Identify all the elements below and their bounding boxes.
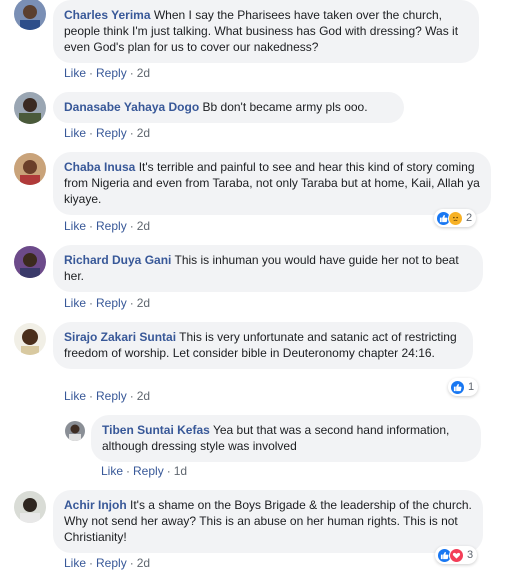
avatar[interactable] — [14, 153, 46, 185]
avatar[interactable] — [14, 491, 46, 523]
reply-button[interactable]: Reply — [96, 219, 127, 233]
like-button[interactable]: Like — [64, 296, 86, 310]
reaction-count: 2 — [466, 212, 473, 224]
comment-bubble: Richard Duya Gani This is inhuman you wo… — [53, 245, 483, 292]
comment-author[interactable]: Tiben Suntai Kefas — [102, 423, 210, 437]
comment-actions: Like · Reply · 2d — [64, 126, 151, 140]
like-button[interactable]: Like — [64, 219, 86, 233]
like-icon — [450, 379, 465, 395]
avatar[interactable] — [14, 323, 46, 355]
timestamp[interactable]: 2d — [137, 126, 150, 140]
reaction-summary[interactable]: 3 — [435, 546, 478, 564]
reaction-summary[interactable]: 1 — [448, 378, 479, 396]
reply-button[interactable]: Reply — [96, 66, 127, 80]
like-button[interactable]: Like — [64, 389, 86, 403]
sad-icon — [448, 210, 463, 226]
timestamp[interactable]: 2d — [137, 389, 150, 403]
like-button[interactable]: Like — [101, 464, 123, 478]
comment-actions: Like · Reply · 2d — [64, 219, 151, 233]
comment-actions: Like · Reply · 2d — [64, 556, 151, 570]
like-button[interactable]: Like — [64, 66, 86, 80]
comment-actions: Like · Reply · 2d — [64, 66, 151, 80]
comment-text: Bb don't became army pls ooo. — [202, 100, 368, 114]
comment-bubble: Charles Yerima When I say the Pharisees … — [53, 0, 479, 63]
reply-button[interactable]: Reply — [133, 464, 164, 478]
timestamp[interactable]: 2d — [137, 556, 150, 570]
timestamp[interactable]: 1d — [174, 464, 187, 478]
comment-actions: Like · Reply · 2d — [64, 296, 151, 310]
reply-button[interactable]: Reply — [96, 389, 127, 403]
comment-bubble: Chaba Inusa It's terrible and painful to… — [53, 152, 491, 215]
avatar[interactable] — [14, 0, 46, 30]
like-button[interactable]: Like — [64, 126, 86, 140]
comment-author[interactable]: Achir Injoh — [64, 498, 127, 512]
reaction-summary[interactable]: 2 — [434, 209, 477, 227]
comment-author[interactable]: Richard Duya Gani — [64, 253, 171, 267]
timestamp[interactable]: 2d — [137, 296, 150, 310]
like-button[interactable]: Like — [64, 556, 86, 570]
timestamp[interactable]: 2d — [137, 66, 150, 80]
comment-actions: Like · Reply · 2d — [64, 389, 151, 403]
comment-author[interactable]: Charles Yerima — [64, 8, 151, 22]
reaction-count: 3 — [467, 549, 474, 561]
reply-button[interactable]: Reply — [96, 556, 127, 570]
reply-button[interactable]: Reply — [96, 296, 127, 310]
comment-bubble: Tiben Suntai Kefas Yea but that was a se… — [91, 415, 481, 462]
comment-author[interactable]: Chaba Inusa — [64, 160, 135, 174]
comment-bubble: Danasabe Yahaya Dogo Bb don't became arm… — [53, 92, 404, 123]
comment-author[interactable]: Sirajo Zakari Suntai — [64, 330, 176, 344]
avatar[interactable] — [14, 92, 46, 124]
love-icon — [449, 547, 464, 563]
comment-author[interactable]: Danasabe Yahaya Dogo — [64, 100, 199, 114]
timestamp[interactable]: 2d — [137, 219, 150, 233]
comment-bubble: Achir Injoh It's a shame on the Boys Bri… — [53, 490, 483, 553]
reaction-count: 1 — [468, 381, 475, 393]
comment-actions: Like · Reply · 1d — [101, 464, 188, 478]
avatar[interactable] — [14, 246, 46, 278]
reply-button[interactable]: Reply — [96, 126, 127, 140]
avatar[interactable] — [65, 421, 85, 441]
comment-bubble: Sirajo Zakari Suntai This is very unfort… — [53, 322, 473, 369]
